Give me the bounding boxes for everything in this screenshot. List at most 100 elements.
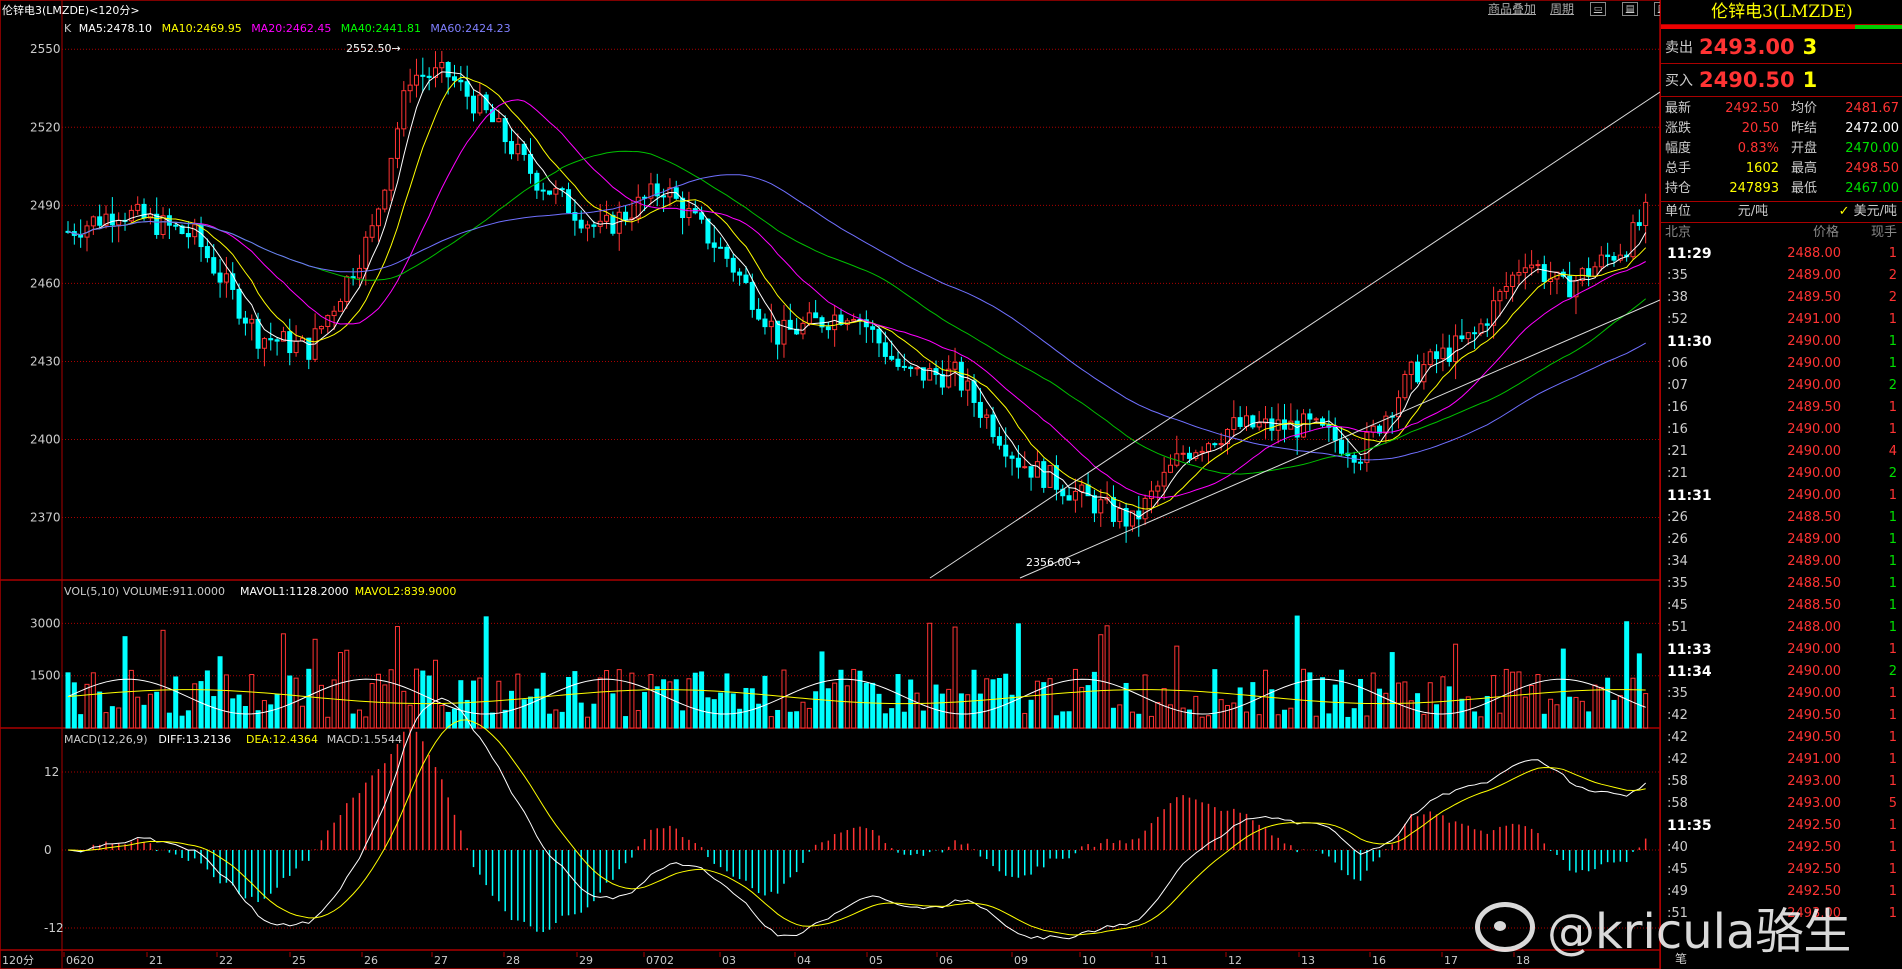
candle-body bbox=[471, 95, 477, 114]
volume-bar bbox=[318, 684, 324, 729]
candle-body bbox=[1218, 443, 1224, 446]
tick-row: :21 2490.00 4 bbox=[1661, 441, 1902, 463]
volume-bar bbox=[1288, 707, 1294, 729]
tick-time: :26 bbox=[1667, 532, 1688, 547]
price-tick: 2460 bbox=[30, 276, 61, 290]
tick-row: :40 2492.50 1 bbox=[1661, 837, 1902, 859]
date-tick: 11 bbox=[1154, 954, 1168, 967]
volume-bar bbox=[597, 677, 603, 729]
volume-bar bbox=[116, 707, 122, 729]
tick-price: 2489.50 bbox=[1787, 400, 1841, 415]
tick-row: :45 2488.50 1 bbox=[1661, 595, 1902, 617]
volume-bar bbox=[261, 700, 267, 729]
candle-body bbox=[1598, 254, 1604, 268]
candle-body bbox=[1358, 461, 1364, 464]
volume-bar bbox=[122, 636, 128, 729]
volume-bar bbox=[1459, 698, 1465, 729]
volume-bar bbox=[977, 693, 983, 729]
volume-bar bbox=[204, 670, 210, 729]
candle-body bbox=[1503, 286, 1509, 292]
candle-body bbox=[420, 74, 426, 77]
stat-row: 最新 2492.50 均价 2481.67 bbox=[1661, 99, 1902, 119]
volume-bar bbox=[1301, 668, 1307, 729]
candle-body bbox=[578, 219, 584, 229]
tick-row: :42 2490.50 1 bbox=[1661, 705, 1902, 727]
tile-icon[interactable]: ▤ bbox=[1622, 2, 1639, 16]
volume-bar bbox=[749, 688, 755, 729]
volume-bar bbox=[179, 715, 185, 729]
volume-bar bbox=[166, 712, 172, 729]
volume-bar bbox=[1617, 695, 1623, 729]
candle-body bbox=[623, 211, 629, 220]
tick-price: 2490.00 bbox=[1787, 664, 1841, 679]
tick-row: 11:29 2488.00 1 bbox=[1661, 243, 1902, 265]
tick-qty: 1 bbox=[1888, 554, 1897, 569]
period-menu[interactable]: 周期 bbox=[1550, 0, 1574, 17]
volume-bar bbox=[1091, 671, 1097, 729]
stat-row: 总手 1602 最高 2498.50 bbox=[1661, 159, 1902, 179]
price-tick: 2490 bbox=[30, 198, 61, 212]
volume-bar bbox=[1434, 704, 1440, 729]
tick-row: :06 2490.00 1 bbox=[1661, 353, 1902, 375]
volume-bar bbox=[293, 677, 299, 729]
volume-bar bbox=[388, 669, 394, 729]
volume-bar bbox=[572, 671, 578, 729]
volume-bar bbox=[1212, 669, 1218, 729]
candle-body bbox=[1212, 443, 1218, 446]
date-tick: 10 bbox=[1082, 954, 1096, 967]
volume-bar bbox=[686, 678, 692, 729]
candle-body bbox=[331, 310, 337, 317]
volume-bar bbox=[154, 691, 160, 729]
candle-body bbox=[1402, 373, 1408, 399]
volume-bar bbox=[471, 680, 477, 729]
macd-tick: 12 bbox=[44, 765, 59, 779]
candle-body bbox=[116, 219, 122, 226]
tick-row: 11:33 2490.00 1 bbox=[1661, 639, 1902, 661]
candle-body bbox=[591, 224, 597, 227]
volume-bar bbox=[192, 683, 198, 729]
tick-price: 2488.50 bbox=[1787, 598, 1841, 613]
volume-bar bbox=[78, 714, 84, 729]
date-tick: 06 bbox=[939, 954, 953, 967]
unit-usd[interactable]: ✓ 美元/吨 bbox=[1803, 202, 1902, 222]
volume-bar bbox=[1060, 711, 1066, 729]
candle-body bbox=[1028, 466, 1034, 478]
ma-legend: MA40:2441.81 bbox=[341, 22, 421, 35]
unit-cny[interactable]: 元/吨 bbox=[1703, 202, 1803, 222]
vol-tick: 3000 bbox=[30, 616, 61, 630]
volume-bar bbox=[1586, 711, 1592, 729]
stat-row: 幅度 0.83% 开盘 2470.00 bbox=[1661, 139, 1902, 159]
candle-body bbox=[1205, 443, 1211, 452]
candle-body bbox=[1332, 426, 1338, 441]
tick-list[interactable]: 11:29 2488.00 1:35 2489.00 2:38 2489.50 2:52 24… bbox=[1661, 243, 1902, 963]
tick-qty: 1 bbox=[1888, 532, 1897, 547]
tick-qty: 2 bbox=[1888, 466, 1897, 481]
volume-bar bbox=[1510, 671, 1516, 729]
tick-time: :21 bbox=[1667, 466, 1688, 481]
candle-body bbox=[477, 94, 483, 114]
stat-key: 幅度 bbox=[1665, 141, 1692, 156]
tick-price: 2490.00 bbox=[1787, 356, 1841, 371]
macd-legend: MACD(12,26,9) bbox=[64, 733, 148, 746]
volume-bar bbox=[274, 693, 280, 729]
tick-row: 11:35 2492.50 1 bbox=[1661, 815, 1902, 837]
date-tick: 03 bbox=[722, 954, 736, 967]
stat-key2: 开盘 bbox=[1791, 141, 1818, 156]
tick-time: 11:30 bbox=[1667, 334, 1712, 350]
volume-bar bbox=[800, 701, 806, 729]
volume-bar bbox=[1345, 716, 1351, 729]
date-tick: 05 bbox=[869, 954, 883, 967]
candle-body bbox=[1269, 418, 1275, 431]
kline-chart[interactable]: 2550 2520 2490 2460 2430 2400 2370 3000 1500 12 0 -… bbox=[0, 0, 1660, 969]
restore-icon[interactable]: ▭ bbox=[1590, 2, 1607, 16]
volume-bar bbox=[547, 713, 553, 729]
overlay-menu[interactable]: 商品叠加 bbox=[1488, 0, 1536, 17]
volume-bar bbox=[426, 675, 432, 729]
volume-bar bbox=[952, 626, 958, 729]
volume-bar bbox=[1269, 689, 1275, 729]
stat-value2: 2472.00 bbox=[1845, 121, 1899, 136]
volume-bar bbox=[490, 712, 496, 729]
candle-body bbox=[781, 319, 787, 345]
candle-body bbox=[1484, 323, 1490, 326]
volume-bar bbox=[1598, 686, 1604, 729]
